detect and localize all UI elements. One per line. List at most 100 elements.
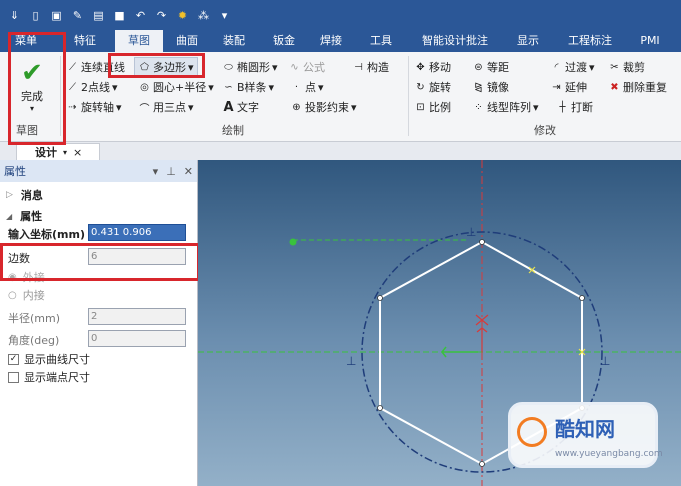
- open-file-icon[interactable]: ▣: [48, 7, 65, 24]
- edit-icon[interactable]: ✎: [69, 7, 86, 24]
- pentagon-icon: ⬠: [140, 61, 149, 73]
- tab-smart-design[interactable]: 智能设计批注: [413, 30, 497, 52]
- tab-menu[interactable]: 菜单: [4, 30, 48, 52]
- checkbox-icon: [8, 371, 19, 383]
- circle-center-radius-button[interactable]: ◎ 圆心+半径 ▾: [138, 79, 214, 95]
- tab-sketch[interactable]: 草图: [115, 30, 163, 52]
- document-tab-bar: 设计 ▾ ×: [0, 142, 681, 160]
- mirror-button[interactable]: ⧎ 镜像: [472, 79, 509, 95]
- properties-panel: 属性 ▾ ⊥ ✕ ▷ 消息 ◢ 属性 输入坐标(mm) 0.431 0.906 边数…: [0, 160, 198, 486]
- message-section[interactable]: ▷ 消息: [0, 187, 198, 203]
- radio-icon: ◉: [8, 271, 17, 283]
- delete-icon: ✖: [610, 81, 619, 93]
- show-curve-dimension-checkbox[interactable]: ✓ 显示曲线尺寸: [0, 351, 198, 367]
- angle-input[interactable]: 0: [88, 330, 186, 347]
- outer-radio[interactable]: ◉ 外接: [0, 270, 198, 284]
- save-as-icon[interactable]: ■: [111, 7, 128, 24]
- constraint-markers: ⊥ ⊥ ⊥: [346, 225, 610, 368]
- finish-button[interactable]: ✔ 完成 ▾: [12, 58, 52, 116]
- properties-section[interactable]: ◢ 属性: [0, 208, 198, 224]
- close-icon[interactable]: ×: [73, 146, 82, 159]
- fillet-button[interactable]: ◜ 过渡 ▾: [550, 59, 595, 75]
- extend-icon: ⇥: [552, 81, 561, 93]
- coordinate-icon[interactable]: ⁂: [195, 7, 212, 24]
- divider: [408, 56, 409, 136]
- text-icon: A: [223, 99, 234, 115]
- redo-icon[interactable]: ↷: [153, 7, 170, 24]
- ribbon-tabs: 菜单 特征 草图 曲面 装配 钣金 焊接 工具 智能设计批注 显示 工程标注 P…: [0, 30, 681, 52]
- inner-radio[interactable]: ○ 内接: [0, 288, 198, 302]
- doc-tab-design[interactable]: 设计 ▾ ×: [16, 143, 100, 160]
- tab-tools[interactable]: 工具: [362, 30, 400, 52]
- pin-icon[interactable]: ⊥: [166, 165, 176, 178]
- show-endpoint-dimension-checkbox[interactable]: 显示端点尺寸: [0, 369, 198, 385]
- chevron-down-icon[interactable]: ▾: [153, 165, 159, 178]
- axis-icon: ⇢: [68, 101, 77, 113]
- undo-icon[interactable]: ↶: [132, 7, 149, 24]
- close-icon[interactable]: ✕: [184, 165, 193, 178]
- rotate-icon: ↻: [416, 81, 425, 93]
- chevron-down-icon: ▾: [63, 147, 68, 157]
- construct-icon: ⊣: [354, 61, 363, 73]
- app-logo-icon[interactable]: ⇓: [6, 7, 23, 24]
- line-icon: ⟋: [69, 81, 76, 93]
- rotation-axis-button[interactable]: ⇢ 旋转轴 ▾: [66, 99, 121, 115]
- delete-duplicate-button[interactable]: ✖ 删除重复: [608, 79, 667, 95]
- ellipse-icon: ⬭: [224, 61, 233, 73]
- tab-display[interactable]: 显示: [509, 30, 547, 52]
- start-point: [289, 238, 297, 246]
- radius-input[interactable]: 2: [88, 308, 186, 325]
- trim-button[interactable]: ✂ 裁剪: [608, 59, 645, 75]
- linear-pattern-button[interactable]: ⁘ 线型阵列 ▾: [472, 99, 538, 115]
- move-button[interactable]: ✥ 移动: [414, 59, 451, 75]
- divider: [60, 56, 61, 136]
- group-label-modify: 修改: [534, 124, 556, 137]
- settings-icon[interactable]: ✹: [174, 7, 191, 24]
- projection-constraint-button[interactable]: ⊕ 投影约束 ▾: [290, 99, 356, 115]
- formula-button[interactable]: ∿ 公式: [288, 59, 325, 75]
- sides-input[interactable]: 6: [88, 248, 186, 265]
- text-button[interactable]: A 文字: [222, 99, 259, 115]
- watermark: 酷知网 www.yueyangbang.com: [508, 402, 663, 468]
- expand-icon: ▷: [6, 190, 13, 200]
- rotate-button[interactable]: ↻ 旋转: [414, 79, 451, 95]
- tab-feature[interactable]: 特征: [62, 30, 108, 52]
- continuous-line-button[interactable]: ⟋ 连续直线: [66, 59, 125, 75]
- arc-icon: ⌒: [139, 103, 150, 115]
- bspline-icon: ∽: [224, 81, 233, 93]
- ellipse-button[interactable]: ⬭ 椭圆形 ▾: [222, 59, 277, 75]
- bspline-button[interactable]: ∽ B样条 ▾: [222, 79, 274, 95]
- polygon-button[interactable]: ⬠ 多边形 ▾: [134, 57, 198, 77]
- tab-assembly[interactable]: 装配: [215, 30, 253, 52]
- x-direction-marker: [441, 346, 478, 358]
- tab-engineering-annotation[interactable]: 工程标注: [560, 30, 620, 52]
- tab-surface[interactable]: 曲面: [168, 30, 206, 52]
- tab-weld[interactable]: 焊接: [312, 30, 350, 52]
- two-point-line-button[interactable]: ⟋ 2点线 ▾: [66, 79, 118, 95]
- point-button[interactable]: · 点 ▾: [290, 79, 324, 95]
- extend-button[interactable]: ⇥ 延伸: [550, 79, 587, 95]
- construct-button[interactable]: ⊣ 构造: [352, 59, 389, 75]
- tab-sheetmetal[interactable]: 钣金: [265, 30, 303, 52]
- break-button[interactable]: ┼ 打断: [556, 99, 593, 115]
- save-icon[interactable]: ▤: [90, 7, 107, 24]
- panel-title: 属性: [4, 165, 26, 178]
- chevron-down-icon: ▾: [29, 104, 34, 113]
- pattern-icon: ⁘: [474, 101, 483, 113]
- coordinate-input[interactable]: 0.431 0.906: [88, 224, 186, 241]
- offset-icon: ⊜: [474, 61, 483, 73]
- scale-icon: ⊡: [416, 101, 425, 113]
- three-point-button[interactable]: ⌒ 用三点 ▾: [138, 99, 194, 115]
- svg-text:⊥: ⊥: [600, 354, 610, 368]
- collapse-icon: ◢: [6, 211, 13, 221]
- point-icon: ·: [294, 81, 299, 93]
- scissors-icon: ✂: [610, 61, 619, 73]
- tab-pmi[interactable]: PMI: [633, 30, 667, 52]
- circle-icon: ◎: [140, 81, 149, 93]
- dropdown-icon[interactable]: ▾: [216, 7, 233, 24]
- watermark-logo-icon: [517, 417, 547, 447]
- sketch-canvas[interactable]: ⊥ ⊥ ⊥ 酷知网 www.yueyangbang.com: [198, 160, 681, 486]
- new-file-icon[interactable]: ▯: [27, 7, 44, 24]
- scale-button[interactable]: ⊡ 比例: [414, 99, 451, 115]
- offset-button[interactable]: ⊜ 等距: [472, 59, 509, 75]
